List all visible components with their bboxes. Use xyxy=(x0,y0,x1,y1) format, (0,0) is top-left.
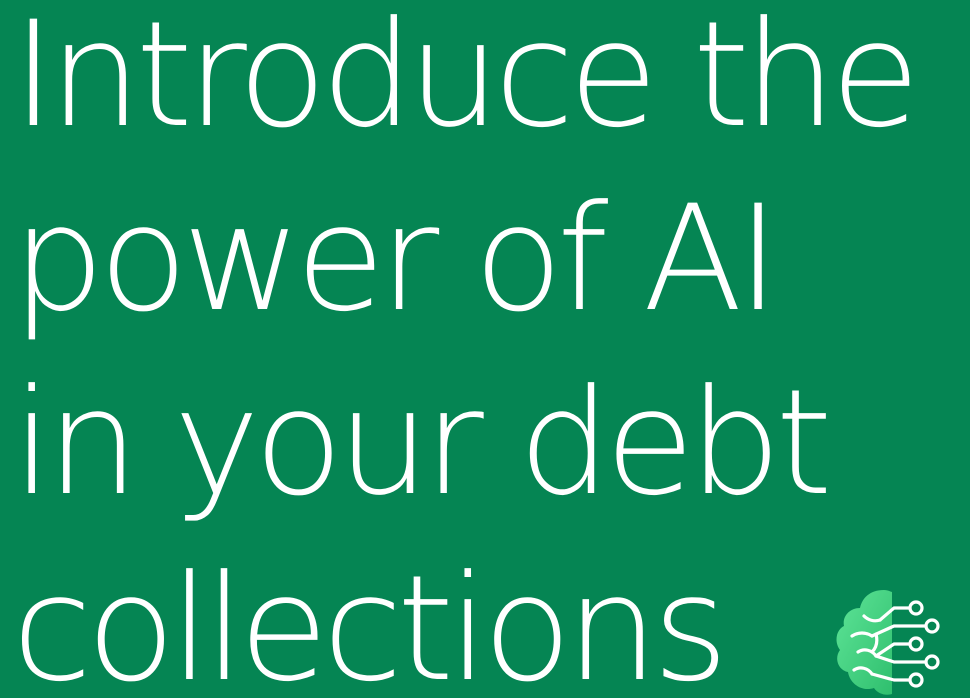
ai-brain-circuit-icon xyxy=(836,590,940,695)
headline-line-1: Introduce the xyxy=(12,0,920,160)
headline-line-4: collections xyxy=(12,544,729,698)
headline-line-2: power of AI xyxy=(12,174,780,344)
headline-line-3: in your debt xyxy=(12,358,833,528)
headline: Introduce the power of AI in your debt c… xyxy=(0,0,970,698)
